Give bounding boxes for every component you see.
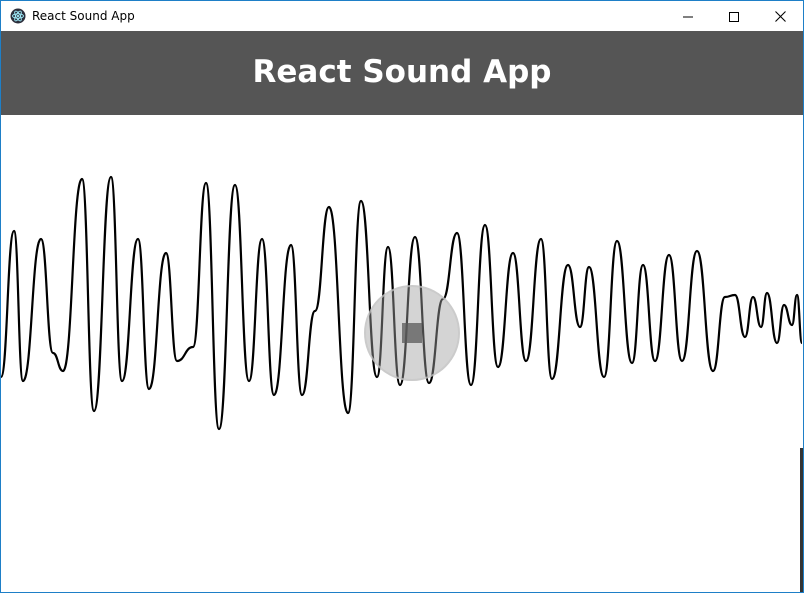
stop-button[interactable]: [364, 285, 460, 381]
app-window: React Sound App React Sound App: [0, 0, 804, 593]
window-controls: [665, 1, 803, 31]
main-content: [1, 115, 803, 592]
app-header: React Sound App: [1, 31, 803, 115]
maximize-icon: [729, 7, 739, 26]
title-bar[interactable]: React Sound App: [1, 1, 803, 31]
minimize-button[interactable]: [665, 1, 711, 31]
electron-atom-icon: [10, 8, 26, 24]
resize-handle[interactable]: [800, 448, 803, 592]
stop-icon: [402, 323, 422, 343]
close-icon: [774, 7, 786, 26]
minimize-icon: [683, 7, 693, 26]
window-title: React Sound App: [32, 9, 135, 23]
maximize-button[interactable]: [711, 1, 757, 31]
page-title: React Sound App: [252, 53, 552, 90]
close-button[interactable]: [757, 1, 803, 31]
